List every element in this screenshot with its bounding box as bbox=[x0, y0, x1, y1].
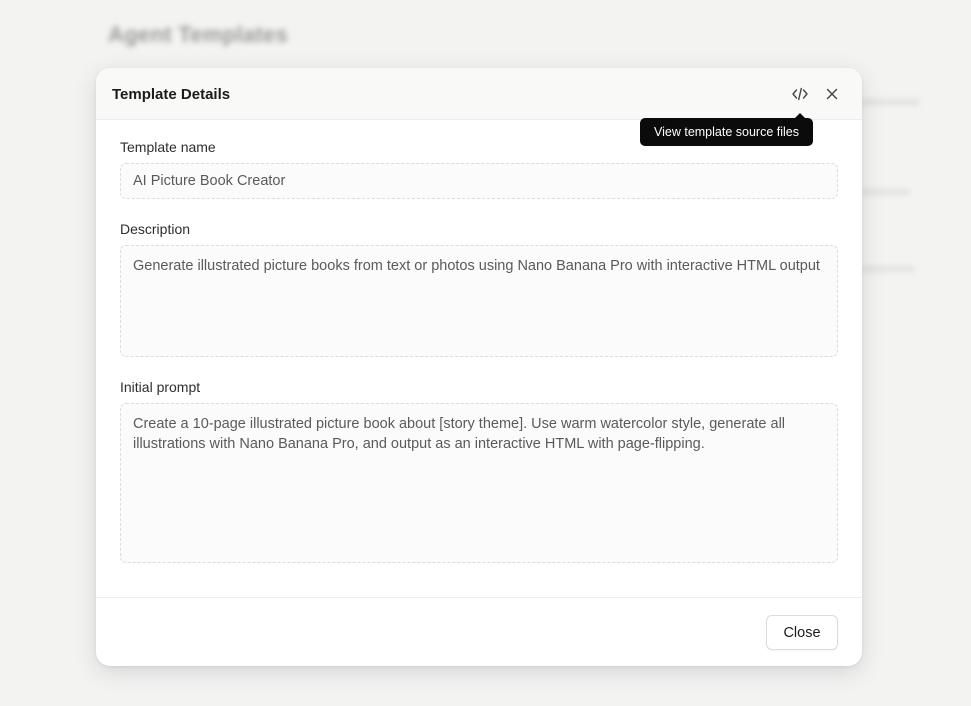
initial-prompt-label: Initial prompt bbox=[120, 379, 201, 395]
dialog-header: Template Details bbox=[96, 68, 862, 120]
background-ghost-line bbox=[860, 98, 920, 106]
template-details-dialog: Template Details Template name AI Pictur… bbox=[96, 68, 862, 666]
template-name-label: Template name bbox=[120, 139, 216, 155]
close-icon bbox=[826, 88, 838, 100]
background-ghost-line bbox=[860, 188, 910, 196]
initial-prompt-field[interactable]: Create a 10-page illustrated picture boo… bbox=[120, 403, 838, 563]
code-brackets-icon bbox=[792, 87, 808, 101]
background-ghost-line bbox=[860, 265, 915, 273]
background-page-title: Agent Templates bbox=[108, 22, 289, 47]
view-source-button[interactable] bbox=[788, 82, 812, 106]
template-name-field[interactable]: AI Picture Book Creator bbox=[120, 163, 838, 199]
description-label: Description bbox=[120, 221, 191, 237]
dialog-title: Template Details bbox=[112, 86, 231, 103]
dialog-close-icon-button[interactable] bbox=[820, 82, 844, 106]
description-field[interactable]: Generate illustrated picture books from … bbox=[120, 245, 838, 357]
view-source-tooltip: View template source files bbox=[640, 113, 813, 146]
dialog-footer: Close bbox=[96, 597, 862, 666]
close-button[interactable]: Close bbox=[766, 615, 838, 650]
